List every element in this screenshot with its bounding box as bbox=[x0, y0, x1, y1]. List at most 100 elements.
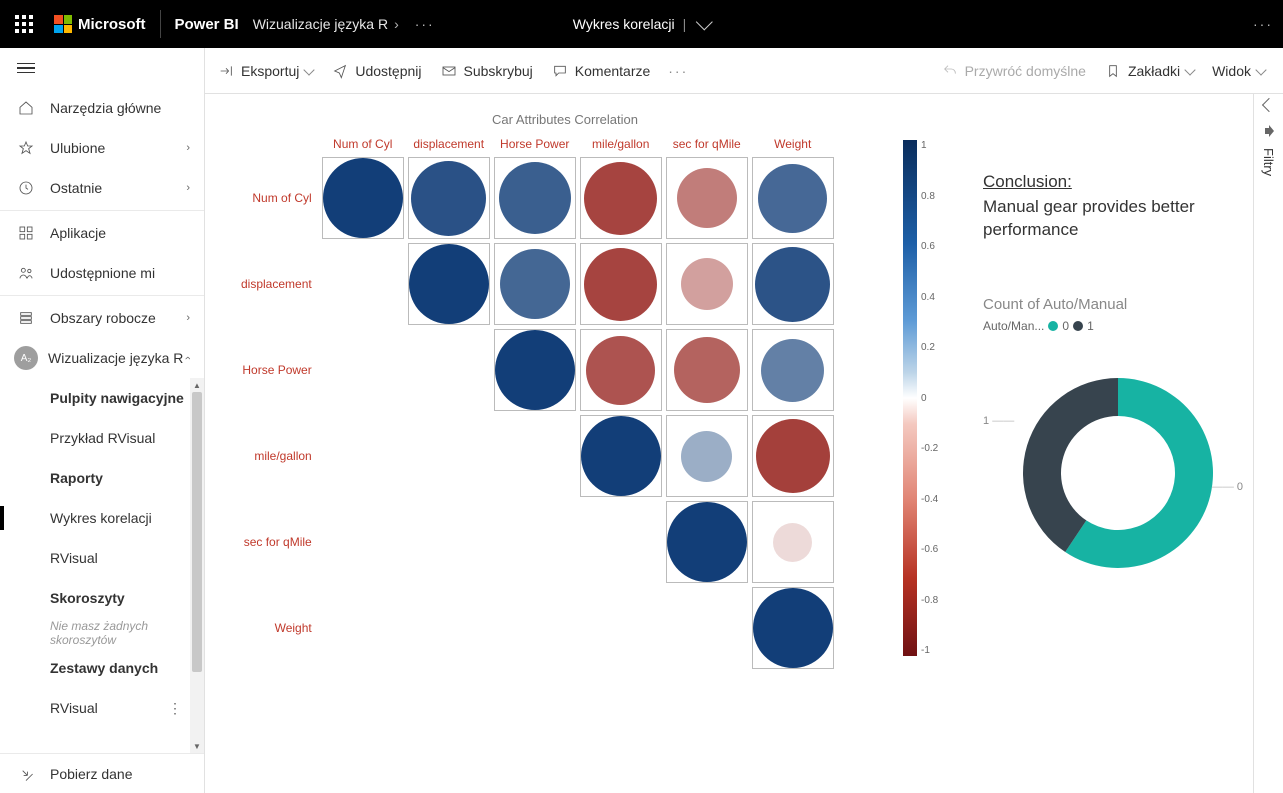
export-button[interactable]: Eksportuj bbox=[217, 62, 313, 80]
report-canvas: Car Attributes Correlation Num of Cyldis… bbox=[205, 94, 1283, 793]
conclusion-panel: Conclusion: Manual gear provides better … bbox=[983, 112, 1283, 793]
share-icon bbox=[331, 62, 349, 80]
share-label: Udostępnij bbox=[355, 63, 421, 79]
nav-separator bbox=[0, 295, 204, 296]
nav-recent-label: Ostatnie bbox=[50, 180, 186, 196]
nav-home-label: Narzędzia główne bbox=[50, 100, 190, 116]
nav-current-workspace[interactable]: A₂ Wizualizacje języka R › bbox=[0, 338, 204, 378]
header-more-button[interactable]: ··· bbox=[1253, 16, 1273, 32]
reset-button[interactable]: Przywróć domyślne bbox=[941, 62, 1086, 80]
nav-get-data-label: Pobierz dane bbox=[50, 766, 190, 782]
nav-recent[interactable]: Ostatnie › bbox=[0, 168, 204, 208]
correlation-matrix: Num of CyldisplacementHorse Powermile/ga… bbox=[235, 133, 836, 671]
get-data-icon bbox=[14, 766, 38, 782]
apps-icon bbox=[14, 225, 38, 241]
tree-heading-reports[interactable]: Raporty bbox=[14, 458, 204, 498]
tree-item-dataset[interactable]: RVisual ⋮ bbox=[14, 688, 204, 728]
visual-donut-chart[interactable]: ―― 0 1 ―― bbox=[983, 353, 1243, 593]
chevron-right-icon: › bbox=[186, 142, 190, 154]
corr-cell bbox=[408, 243, 490, 325]
corr-cell bbox=[408, 157, 490, 239]
title-separator: | bbox=[683, 16, 687, 32]
tree-heading-dashboards[interactable]: Pulpity nawigacyjne bbox=[14, 378, 204, 418]
shared-icon bbox=[14, 265, 38, 281]
scroll-thumb[interactable] bbox=[192, 392, 202, 672]
corr-cell bbox=[666, 157, 748, 239]
nav-workspaces[interactable]: Obszary robocze › bbox=[0, 298, 204, 338]
nav-apps[interactable]: Aplikacje bbox=[0, 213, 204, 253]
corr-cell bbox=[494, 157, 576, 239]
corr-cell bbox=[666, 415, 748, 497]
tree-scrollbar[interactable]: ▲ ▼ bbox=[190, 378, 204, 753]
chevron-left-icon[interactable] bbox=[1261, 98, 1275, 112]
visual-correlation-plot[interactable]: Car Attributes Correlation Num of Cyldis… bbox=[235, 112, 895, 793]
workspace-badge-icon: A₂ bbox=[14, 346, 38, 370]
legend-field-label: Auto/Man... bbox=[983, 319, 1044, 333]
tree-item-dataset-label: RVisual bbox=[50, 700, 98, 716]
comments-button[interactable]: Komentarze bbox=[551, 62, 650, 80]
corr-cell bbox=[494, 243, 576, 325]
nav-apps-label: Aplikacje bbox=[50, 225, 190, 241]
donut-slice-1-label: 1 ―― bbox=[983, 415, 1014, 427]
bookmarks-button[interactable]: Zakładki bbox=[1104, 62, 1194, 80]
export-label: Eksportuj bbox=[241, 63, 299, 79]
report-title-dropdown[interactable]: Wykres korelacji | bbox=[573, 16, 710, 32]
undo-icon bbox=[941, 62, 959, 80]
report-title: Wykres korelacji bbox=[573, 16, 675, 32]
divider bbox=[160, 10, 161, 38]
reset-label: Przywróć domyślne bbox=[965, 63, 1086, 79]
global-header: Microsoft Power BI Wizualizacje języka R… bbox=[0, 0, 1283, 48]
subscribe-button[interactable]: Subskrybuj bbox=[440, 62, 533, 80]
share-button[interactable]: Udostępnij bbox=[331, 62, 421, 80]
corr-cell bbox=[752, 157, 834, 239]
corr-cell bbox=[666, 243, 748, 325]
nav-separator bbox=[0, 210, 204, 211]
correlation-plot-title: Car Attributes Correlation bbox=[235, 112, 895, 127]
corr-cell bbox=[666, 329, 748, 411]
corr-row-header: mile/gallon bbox=[235, 413, 320, 499]
nav-shared[interactable]: Udostępnione mi bbox=[0, 253, 204, 293]
nav-workspaces-label: Obszary robocze bbox=[50, 310, 186, 326]
corr-cell bbox=[752, 415, 834, 497]
nav-get-data[interactable]: Pobierz dane bbox=[0, 753, 204, 793]
corr-cell bbox=[580, 243, 662, 325]
corr-cell bbox=[752, 243, 834, 325]
nav-shared-label: Udostępnione mi bbox=[50, 265, 190, 281]
chevron-right-icon: › bbox=[186, 312, 190, 324]
tree-item-dashboard[interactable]: Przykład RVisual bbox=[14, 418, 204, 458]
tree-item-report[interactable]: RVisual bbox=[14, 538, 204, 578]
actionbar-more-button[interactable]: ··· bbox=[668, 63, 688, 79]
nav-toggle-button[interactable] bbox=[0, 48, 204, 88]
chevron-up-icon: › bbox=[182, 356, 194, 360]
scroll-down-icon[interactable]: ▼ bbox=[190, 739, 204, 753]
nav-home[interactable]: Narzędzia główne bbox=[0, 88, 204, 128]
report-actionbar: Eksportuj Udostępnij Subskrybuj Komentar… bbox=[205, 48, 1283, 94]
filters-label: Filtry bbox=[1261, 148, 1276, 176]
corr-cell bbox=[752, 587, 834, 669]
tree-heading-workbooks[interactable]: Skoroszyty bbox=[14, 578, 204, 618]
waffle-icon bbox=[15, 15, 33, 33]
bookmarks-label: Zakładki bbox=[1128, 63, 1180, 79]
colorbar-ticks: 10.80.60.40.20-0.2-0.4-0.6-0.8-1 bbox=[921, 140, 938, 656]
colorbar: 10.80.60.40.20-0.2-0.4-0.6-0.8-1 bbox=[903, 140, 943, 656]
view-button[interactable]: Widok bbox=[1212, 63, 1265, 79]
corr-row-header: sec for qMile bbox=[235, 499, 320, 585]
microsoft-wordmark: Microsoft bbox=[78, 16, 146, 33]
nav-favorites[interactable]: Ulubione › bbox=[0, 128, 204, 168]
app-launcher-button[interactable] bbox=[6, 6, 42, 42]
tree-item-report-active[interactable]: Wykres korelacji bbox=[14, 498, 204, 538]
conclusion-text: Manual gear provides better performance bbox=[983, 196, 1283, 242]
corr-row-header: displacement bbox=[235, 241, 320, 327]
donut-slice[interactable] bbox=[1023, 378, 1118, 552]
breadcrumb-more-button[interactable]: ··· bbox=[415, 16, 435, 32]
scroll-up-icon[interactable]: ▲ bbox=[190, 378, 204, 392]
filters-pane-collapsed[interactable]: Filtry bbox=[1253, 94, 1283, 793]
conclusion-heading: Conclusion: bbox=[983, 172, 1283, 192]
tree-heading-datasets[interactable]: Zestawy danych bbox=[14, 648, 204, 688]
donut-legend: Auto/Man... 0 1 bbox=[983, 319, 1283, 333]
corr-col-header: sec for qMile bbox=[664, 133, 750, 155]
breadcrumb-workspace[interactable]: Wizualizacje języka R bbox=[253, 16, 388, 32]
colorbar-gradient bbox=[903, 140, 917, 656]
donut-slice-0-label: ―― 0 bbox=[1212, 481, 1243, 493]
more-vertical-icon[interactable]: ⋮ bbox=[168, 700, 182, 717]
